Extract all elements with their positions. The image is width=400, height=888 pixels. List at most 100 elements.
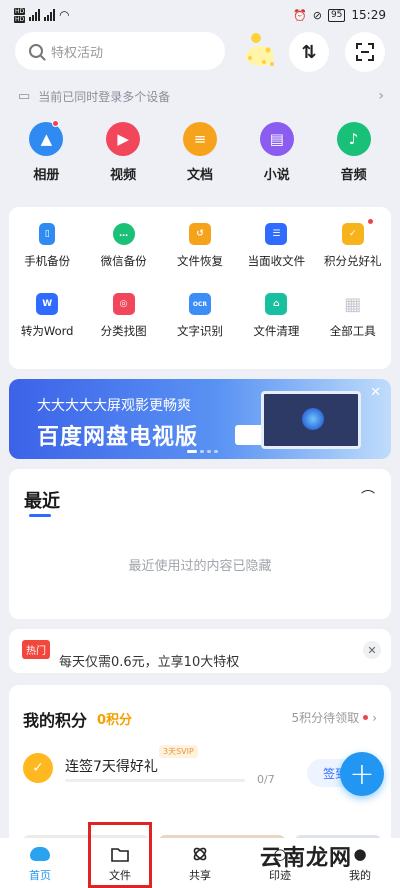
- device-login-text: 当前已同时登录多个设备: [38, 89, 171, 104]
- devices-icon: ▭: [18, 88, 31, 104]
- photo-icon: ▲: [29, 122, 64, 156]
- battery-icon: 95: [327, 8, 346, 22]
- signal-icon-2: [44, 9, 56, 21]
- tv-icon: [261, 391, 361, 449]
- points-pending-text: 5积分待领取: [291, 711, 360, 725]
- points-card: 我的积分 0积分 5积分待领取 › ✓ 连签7天得好礼 3天SVIP 0/7 签…: [9, 685, 391, 855]
- hot-text: 每天仅需0.6元，立享10大特权: [59, 655, 240, 670]
- tab-share[interactable]: 共享: [165, 844, 235, 883]
- category-label: 音频: [340, 168, 367, 183]
- alarm-icon: ⏰: [293, 8, 307, 22]
- profile-icon: ●: [353, 844, 367, 863]
- watermark: 云南龙网: [260, 846, 353, 871]
- section-title: 最近: [24, 491, 60, 512]
- tool-image-search[interactable]: ◎ 分类找图: [85, 293, 161, 363]
- banner-title: 百度网盘电视版: [37, 425, 199, 450]
- image-search-icon: ◎: [112, 293, 135, 315]
- tool-label: 转为Word: [20, 324, 74, 338]
- points-count: 0积分: [97, 713, 133, 728]
- tool-points-gift[interactable]: ✓ 积分兑好礼: [315, 218, 391, 293]
- category-label: 视频: [110, 168, 137, 183]
- category-label: 小说: [263, 168, 290, 183]
- tool-receive-file[interactable]: ☰ 当面收文件: [238, 223, 314, 293]
- wechat-icon: …: [112, 223, 135, 245]
- hot-tag: 热门: [22, 640, 50, 659]
- signal-icon: [29, 9, 41, 21]
- promo-decoration-icon[interactable]: [240, 30, 280, 70]
- tool-label: 文字识别: [176, 324, 223, 338]
- share-icon: [190, 844, 210, 864]
- tool-all-tools[interactable]: ▦ 全部工具: [315, 293, 391, 363]
- tool-phone-backup[interactable]: ▯ 手机备份: [9, 223, 85, 293]
- tool-file-clean[interactable]: ⌂ 文件清理: [238, 293, 314, 363]
- transfer-icon: ⇅: [301, 41, 317, 63]
- category-label: 文档: [186, 168, 213, 183]
- tools-grid: ▯ 手机备份 … 微信备份 ↺ 文件恢复 ☰ 当面收文件 ✓ 积分兑好礼 W 转…: [9, 207, 391, 369]
- notification-dot: [363, 715, 369, 720]
- folder-icon: [110, 844, 130, 864]
- tab-label: 文件: [109, 868, 131, 882]
- clock: 15:29: [351, 8, 386, 22]
- tool-convert-word[interactable]: W 转为Word: [9, 293, 85, 363]
- plus-icon: +: [349, 756, 375, 792]
- all-tools-icon: ▦: [341, 293, 364, 315]
- device-login-row[interactable]: ▭ 当前已同时登录多个设备 ›: [18, 84, 384, 108]
- document-icon: ≡: [182, 122, 217, 156]
- tab-files[interactable]: 文件: [85, 844, 155, 883]
- tool-label: 微信备份: [100, 254, 147, 268]
- music-icon: ♪: [336, 122, 371, 156]
- tab-label: 首页: [29, 868, 51, 882]
- category-novel[interactable]: ▤ 小说: [247, 122, 307, 192]
- banner-subtitle: 大大大大大屏观影更畅爽: [37, 398, 191, 414]
- hot-notice[interactable]: 热门 每天仅需0.6元，立享10大特权 ✕: [9, 629, 391, 673]
- category-document[interactable]: ≡ 文档: [170, 122, 230, 192]
- close-icon[interactable]: ✕: [363, 641, 381, 659]
- svip-tag: 3天SVIP: [159, 745, 198, 758]
- tool-label: 分类找图: [100, 324, 147, 338]
- search-placeholder: 特权活动: [51, 45, 104, 61]
- receive-file-icon: ☰: [265, 223, 288, 245]
- promo-banner[interactable]: 大大大大大屏观影更畅爽 百度网盘电视版 ✕: [9, 379, 391, 459]
- video-icon: ▶: [106, 122, 141, 156]
- category-video[interactable]: ▶ 视频: [93, 122, 153, 192]
- search-icon: [29, 44, 43, 58]
- title-underline: [29, 514, 51, 517]
- banner-pagination: [187, 450, 218, 453]
- chevron-right-icon: ›: [372, 710, 377, 725]
- tool-file-restore[interactable]: ↺ 文件恢复: [162, 223, 238, 293]
- tool-label: 全部工具: [329, 324, 376, 338]
- phone-backup-icon: ▯: [39, 223, 56, 245]
- chevron-right-icon: ›: [378, 88, 384, 104]
- tool-label: 当面收文件: [247, 254, 306, 268]
- wifi-icon: ◠: [59, 8, 70, 22]
- tool-ocr[interactable]: OCR 文字识别: [162, 293, 238, 363]
- notification-dot: [52, 120, 60, 127]
- progress-label: 0/7: [257, 773, 275, 786]
- home-icon: [30, 844, 50, 864]
- clean-icon: ⌂: [265, 293, 288, 315]
- tool-wechat-backup[interactable]: … 微信备份: [85, 223, 161, 293]
- points-pending-link[interactable]: 5积分待领取 ›: [292, 709, 377, 726]
- search-bar[interactable]: 特权活动: [15, 32, 225, 70]
- checkin-progress-bar: [65, 779, 245, 782]
- tab-label: 共享: [189, 868, 211, 882]
- tab-label: 我的: [349, 868, 371, 882]
- notification-dot: [366, 218, 374, 225]
- add-button[interactable]: +: [340, 752, 384, 796]
- close-icon[interactable]: ✕: [370, 385, 381, 400]
- gift-icon: ✓: [341, 223, 364, 245]
- points-title: 我的积分: [23, 711, 88, 730]
- scan-icon: [356, 43, 374, 61]
- scan-button[interactable]: [345, 32, 385, 72]
- book-icon: ▤: [259, 122, 294, 156]
- eye-closed-icon[interactable]: ⌒: [361, 487, 375, 507]
- tool-label: 文件恢复: [176, 254, 223, 268]
- transfer-button[interactable]: ⇅: [289, 32, 329, 72]
- tool-label: 文件清理: [253, 324, 300, 338]
- category-audio[interactable]: ♪ 音频: [324, 122, 384, 192]
- category-photo[interactable]: ▲ 相册: [16, 120, 76, 192]
- calendar-check-icon: ✓: [23, 753, 53, 783]
- recent-hidden-text: 最近使用过的内容已隐藏: [128, 559, 272, 574]
- tab-home[interactable]: 首页: [5, 844, 75, 883]
- ocr-icon: OCR: [188, 293, 211, 315]
